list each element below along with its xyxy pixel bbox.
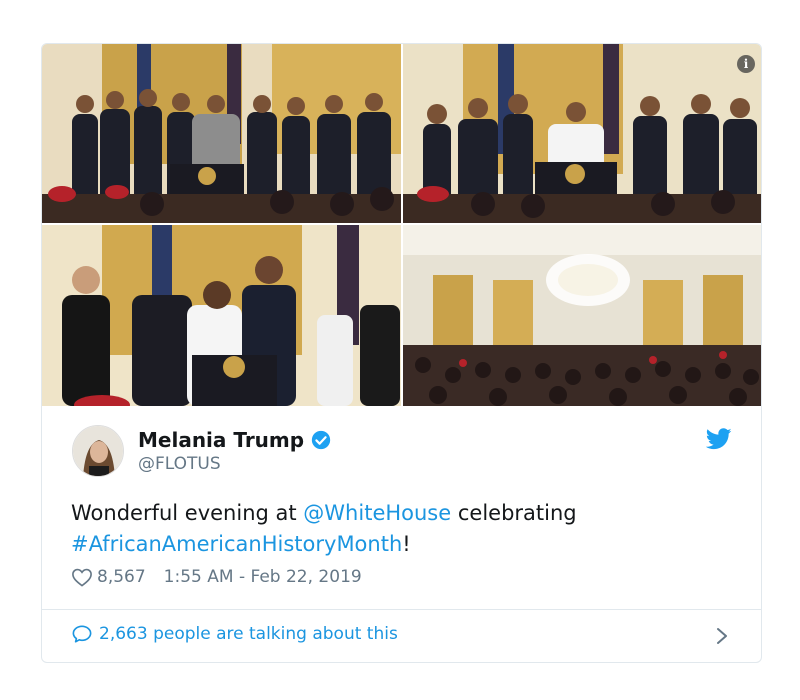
chevron-right-icon[interactable] xyxy=(715,626,729,646)
author-handle[interactable]: @FLOTUS xyxy=(138,454,221,474)
avatar[interactable] xyxy=(72,425,124,477)
tweet-text: Wonderful evening at @WhiteHouse celebra… xyxy=(71,498,711,560)
conversation-count[interactable]: 2,663 people are talking about this xyxy=(99,624,398,644)
tweet-meta: 8,567 1:55 AM - Feb 22, 2019 xyxy=(71,567,362,587)
mention-link[interactable]: @WhiteHouse xyxy=(303,501,451,525)
twitter-bird-icon[interactable] xyxy=(705,428,732,450)
tweet-text-middle: celebrating xyxy=(451,501,577,525)
like-count[interactable]: 8,567 xyxy=(97,567,146,587)
author-name[interactable]: Melania Trump xyxy=(138,428,304,452)
hashtag-link[interactable]: #AfricanAmericanHistoryMonth xyxy=(71,532,402,556)
speech-bubble-icon xyxy=(71,624,93,644)
media-grid: i xyxy=(42,44,761,406)
heart-outline-icon[interactable] xyxy=(71,567,93,587)
conversation-link[interactable]: 2,663 people are talking about this xyxy=(71,624,398,644)
tweet-text-suffix: ! xyxy=(402,532,411,556)
photo-2[interactable] xyxy=(403,44,761,223)
divider xyxy=(42,609,761,610)
photo-3[interactable] xyxy=(42,225,401,406)
tweet-timestamp[interactable]: 1:55 AM - Feb 22, 2019 xyxy=(164,567,362,587)
info-icon[interactable]: i xyxy=(737,55,755,73)
photo-4[interactable] xyxy=(403,225,761,406)
verified-badge-icon xyxy=(310,429,332,451)
tweet-text-prefix: Wonderful evening at xyxy=(71,501,304,525)
tweet-card[interactable]: i Melania Trump @FLOTUS Wonderful evenin… xyxy=(41,43,762,663)
photo-1[interactable] xyxy=(42,44,401,223)
author-name-row[interactable]: Melania Trump xyxy=(138,428,332,452)
